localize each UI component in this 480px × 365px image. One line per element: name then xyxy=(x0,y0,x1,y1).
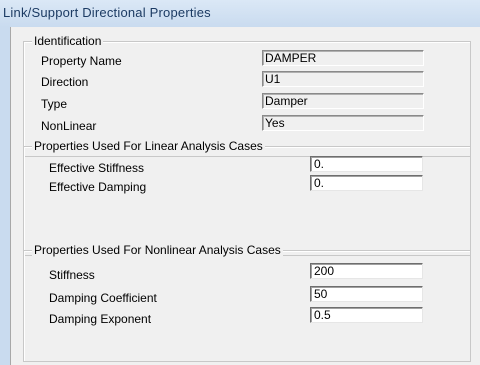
effective-stiffness-input[interactable] xyxy=(310,156,423,172)
direction-field: U1 xyxy=(262,71,424,87)
identification-group-title: Identification xyxy=(32,34,104,48)
nonlinear-properties-group-title: Properties Used For Nonlinear Analysis C… xyxy=(32,243,283,257)
effective-damping-input[interactable] xyxy=(310,175,423,191)
nonlinear-label: NonLinear xyxy=(41,119,97,133)
nonlinear-field: Yes xyxy=(262,115,424,131)
stiffness-label: Stiffness xyxy=(49,268,95,282)
property-name-field: DAMPER xyxy=(262,50,424,66)
type-field: Damper xyxy=(262,93,424,109)
damping-coefficient-input[interactable] xyxy=(310,286,423,302)
direction-label: Direction xyxy=(41,75,89,89)
effective-stiffness-label: Effective Stiffness xyxy=(49,161,144,175)
window-title: Link/Support Directional Properties xyxy=(3,5,211,20)
nonlinear-properties-group: Properties Used For Nonlinear Analysis C… xyxy=(23,243,471,362)
damping-coefficient-label: Damping Coefficient xyxy=(49,291,157,305)
left-window-frame xyxy=(0,27,11,365)
damping-exponent-input[interactable] xyxy=(310,307,423,323)
effective-damping-label: Effective Damping xyxy=(49,180,147,194)
linear-properties-group: Properties Used For Linear Analysis Case… xyxy=(23,139,471,256)
type-label: Type xyxy=(41,97,68,111)
title-bar: Link/Support Directional Properties xyxy=(0,0,480,28)
dialog-body: Identification Property Name DAMPER Dire… xyxy=(11,27,480,365)
stiffness-input[interactable] xyxy=(310,263,423,279)
linear-properties-group-title: Properties Used For Linear Analysis Case… xyxy=(32,139,265,153)
damping-exponent-label: Damping Exponent xyxy=(49,312,152,326)
property-name-label: Property Name xyxy=(41,54,122,68)
